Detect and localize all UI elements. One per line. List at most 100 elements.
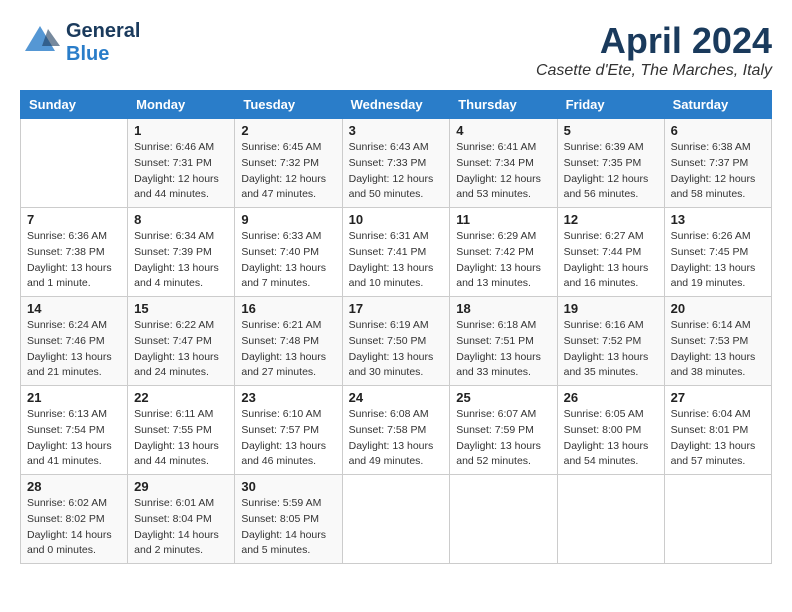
calendar-cell (342, 475, 450, 564)
day-number: 6 (671, 123, 765, 138)
calendar-cell: 24Sunrise: 6:08 AMSunset: 7:58 PMDayligh… (342, 386, 450, 475)
header-day-monday: Monday (128, 91, 235, 119)
day-info: Sunrise: 6:21 AMSunset: 7:48 PMDaylight:… (241, 318, 335, 381)
day-info: Sunrise: 6:34 AMSunset: 7:39 PMDaylight:… (134, 229, 228, 292)
day-info: Sunrise: 6:07 AMSunset: 7:59 PMDaylight:… (456, 407, 550, 470)
calendar-cell (664, 475, 771, 564)
calendar-cell: 27Sunrise: 6:04 AMSunset: 8:01 PMDayligh… (664, 386, 771, 475)
header-day-tuesday: Tuesday (235, 91, 342, 119)
day-number: 22 (134, 390, 228, 405)
calendar-cell: 5Sunrise: 6:39 AMSunset: 7:35 PMDaylight… (557, 119, 664, 208)
calendar-cell: 16 Sunrise: 6:21 AMSunset: 7:48 PMDayligh… (235, 297, 342, 386)
calendar-cell: 30 Sunrise: 5:59 AMSunset: 8:05 PMDayligh… (235, 475, 342, 564)
day-info: Sunrise: 6:31 AMSunset: 7:41 PMDaylight:… (349, 229, 444, 292)
calendar-cell: 29 Sunrise: 6:01 AMSunset: 8:04 PMDayligh… (128, 475, 235, 564)
day-number: 16 (241, 301, 335, 316)
day-number: 13 (671, 212, 765, 227)
day-info: Sunrise: 6:11 AMSunset: 7:55 PMDaylight:… (134, 407, 228, 470)
day-number: 19 (564, 301, 658, 316)
calendar-cell: 18 Sunrise: 6:18 AMSunset: 7:51 PMDayligh… (450, 297, 557, 386)
day-info: Sunrise: 6:36 AMSunset: 7:38 PMDaylight:… (27, 229, 121, 292)
week-row-5: 28 Sunrise: 6:02 AMSunset: 8:02 PMDayligh… (21, 475, 772, 564)
calendar-cell: 1 Sunrise: 6:46 AMSunset: 7:31 PMDaylight… (128, 119, 235, 208)
calendar-cell: 23 Sunrise: 6:10 AMSunset: 7:57 PMDayligh… (235, 386, 342, 475)
day-info: Sunrise: 6:27 AMSunset: 7:44 PMDaylight:… (564, 229, 658, 292)
day-info: Sunrise: 6:26 AMSunset: 7:45 PMDaylight:… (671, 229, 765, 292)
header-row: SundayMondayTuesdayWednesdayThursdayFrid… (21, 91, 772, 119)
day-number: 23 (241, 390, 335, 405)
day-number: 30 (241, 479, 335, 494)
day-info: Sunrise: 6:43 AMSunset: 7:33 PMDaylight:… (349, 140, 444, 203)
calendar-cell: 8 Sunrise: 6:34 AMSunset: 7:39 PMDaylight… (128, 208, 235, 297)
calendar-cell: 13 Sunrise: 6:26 AMSunset: 7:45 PMDayligh… (664, 208, 771, 297)
day-number: 4 (456, 123, 550, 138)
day-info: Sunrise: 6:22 AMSunset: 7:47 PMDaylight:… (134, 318, 228, 381)
day-info: Sunrise: 6:01 AMSunset: 8:04 PMDaylight:… (134, 496, 228, 559)
logo-text: General Blue (66, 20, 140, 66)
header-day-friday: Friday (557, 91, 664, 119)
day-info: Sunrise: 5:59 AMSunset: 8:05 PMDaylight:… (241, 496, 335, 559)
header-day-wednesday: Wednesday (342, 91, 450, 119)
calendar-cell: 14Sunrise: 6:24 AMSunset: 7:46 PMDayligh… (21, 297, 128, 386)
logo: General Blue (20, 20, 140, 66)
calendar-cell: 11 Sunrise: 6:29 AMSunset: 7:42 PMDayligh… (450, 208, 557, 297)
day-info: Sunrise: 6:45 AMSunset: 7:32 PMDaylight:… (241, 140, 335, 203)
week-row-1: 1 Sunrise: 6:46 AMSunset: 7:31 PMDaylight… (21, 119, 772, 208)
calendar-cell: 12 Sunrise: 6:27 AMSunset: 7:44 PMDayligh… (557, 208, 664, 297)
calendar-cell: 26Sunrise: 6:05 AMSunset: 8:00 PMDayligh… (557, 386, 664, 475)
title-section: April 2024 Casette d'Ete, The Marches, I… (536, 20, 772, 80)
calendar-cell (21, 119, 128, 208)
day-info: Sunrise: 6:14 AMSunset: 7:53 PMDaylight:… (671, 318, 765, 381)
day-number: 11 (456, 212, 550, 227)
day-number: 21 (27, 390, 121, 405)
day-number: 20 (671, 301, 765, 316)
day-info: Sunrise: 6:16 AMSunset: 7:52 PMDaylight:… (564, 318, 658, 381)
day-number: 1 (134, 123, 228, 138)
calendar-cell: 4 Sunrise: 6:41 AMSunset: 7:34 PMDaylight… (450, 119, 557, 208)
day-info: Sunrise: 6:05 AMSunset: 8:00 PMDaylight:… (564, 407, 658, 470)
week-row-2: 7 Sunrise: 6:36 AMSunset: 7:38 PMDaylight… (21, 208, 772, 297)
day-info: Sunrise: 6:18 AMSunset: 7:51 PMDaylight:… (456, 318, 550, 381)
calendar-cell: 6 Sunrise: 6:38 AMSunset: 7:37 PMDaylight… (664, 119, 771, 208)
day-number: 15 (134, 301, 228, 316)
day-info: Sunrise: 6:02 AMSunset: 8:02 PMDaylight:… (27, 496, 121, 559)
day-info: Sunrise: 6:41 AMSunset: 7:34 PMDaylight:… (456, 140, 550, 203)
week-row-3: 14Sunrise: 6:24 AMSunset: 7:46 PMDayligh… (21, 297, 772, 386)
day-info: Sunrise: 6:38 AMSunset: 7:37 PMDaylight:… (671, 140, 765, 203)
location-title: Casette d'Ete, The Marches, Italy (536, 62, 772, 80)
day-number: 27 (671, 390, 765, 405)
day-number: 8 (134, 212, 228, 227)
calendar-cell: 3Sunrise: 6:43 AMSunset: 7:33 PMDaylight… (342, 119, 450, 208)
day-info: Sunrise: 6:19 AMSunset: 7:50 PMDaylight:… (349, 318, 444, 381)
day-info: Sunrise: 6:10 AMSunset: 7:57 PMDaylight:… (241, 407, 335, 470)
header-day-sunday: Sunday (21, 91, 128, 119)
calendar-cell: 28 Sunrise: 6:02 AMSunset: 8:02 PMDayligh… (21, 475, 128, 564)
day-number: 28 (27, 479, 121, 494)
calendar-cell: 25 Sunrise: 6:07 AMSunset: 7:59 PMDayligh… (450, 386, 557, 475)
day-number: 29 (134, 479, 228, 494)
day-number: 24 (349, 390, 444, 405)
day-info: Sunrise: 6:24 AMSunset: 7:46 PMDaylight:… (27, 318, 121, 381)
calendar-cell: 20 Sunrise: 6:14 AMSunset: 7:53 PMDayligh… (664, 297, 771, 386)
week-row-4: 21 Sunrise: 6:13 AMSunset: 7:54 PMDayligh… (21, 386, 772, 475)
day-info: Sunrise: 6:33 AMSunset: 7:40 PMDaylight:… (241, 229, 335, 292)
calendar-cell: 22 Sunrise: 6:11 AMSunset: 7:55 PMDayligh… (128, 386, 235, 475)
header-day-thursday: Thursday (450, 91, 557, 119)
calendar-cell: 17Sunrise: 6:19 AMSunset: 7:50 PMDayligh… (342, 297, 450, 386)
calendar-cell (450, 475, 557, 564)
day-number: 18 (456, 301, 550, 316)
day-info: Sunrise: 6:46 AMSunset: 7:31 PMDaylight:… (134, 140, 228, 203)
day-number: 10 (349, 212, 444, 227)
calendar-cell: 15 Sunrise: 6:22 AMSunset: 7:47 PMDayligh… (128, 297, 235, 386)
calendar-header: SundayMondayTuesdayWednesdayThursdayFrid… (21, 91, 772, 119)
day-info: Sunrise: 6:29 AMSunset: 7:42 PMDaylight:… (456, 229, 550, 292)
day-number: 9 (241, 212, 335, 227)
calendar-body: 1 Sunrise: 6:46 AMSunset: 7:31 PMDaylight… (21, 119, 772, 564)
day-number: 25 (456, 390, 550, 405)
day-number: 12 (564, 212, 658, 227)
day-number: 7 (27, 212, 121, 227)
calendar-cell: 10 Sunrise: 6:31 AMSunset: 7:41 PMDayligh… (342, 208, 450, 297)
calendar-cell: 21 Sunrise: 6:13 AMSunset: 7:54 PMDayligh… (21, 386, 128, 475)
day-info: Sunrise: 6:39 AMSunset: 7:35 PMDaylight:… (564, 140, 658, 203)
day-info: Sunrise: 6:13 AMSunset: 7:54 PMDaylight:… (27, 407, 121, 470)
